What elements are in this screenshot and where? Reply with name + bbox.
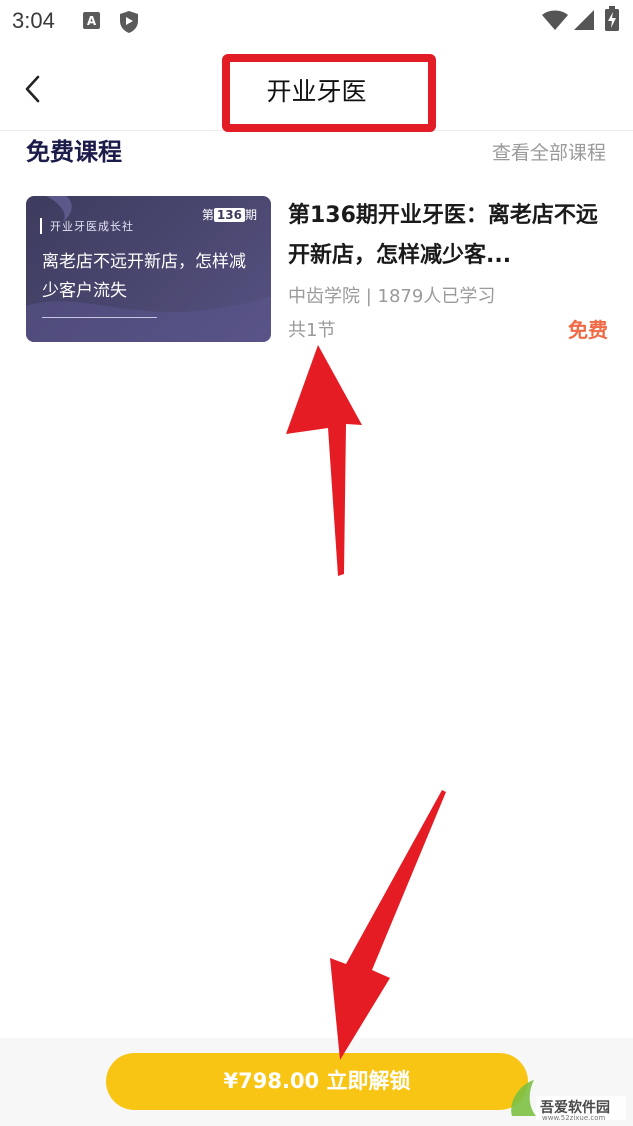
course-title: 第136期开业牙医：离老店不远开新店，怎样减少客... — [288, 203, 598, 268]
thumbnail-brand: 开业牙医成长社 — [40, 218, 134, 234]
annotation-highlight-box — [222, 54, 436, 132]
course-price-badge: 免费 — [568, 318, 608, 342]
thumbnail-headline: 离老店不远开新店，怎样减少客户流失 — [42, 252, 246, 301]
annotation-arrow-down — [330, 790, 446, 1060]
status-time: 3:04 — [12, 8, 55, 33]
view-all-courses-link[interactable]: 查看全部课程 — [492, 138, 606, 165]
wifi-icon — [542, 10, 568, 30]
shield-icon — [120, 11, 138, 33]
thumbnail-issue: 第 136 期 — [202, 206, 257, 223]
thumbnail-issue-suffix: 期 — [244, 208, 257, 222]
watermark-url: www.52zixue.com — [542, 1114, 606, 1122]
course-card[interactable]: 开业牙医成长社 第 136 期 离老店不远开新店，怎样减少客户流失 第136期开业牙… — [26, 196, 608, 344]
course-lesson-count: 共1节 — [288, 320, 336, 341]
thumbnail-issue-prefix: 第 — [201, 208, 214, 222]
signal-icon — [574, 10, 594, 30]
battery-icon — [605, 6, 619, 31]
course-meta: 中齿学院 | 1879人已学习 — [288, 286, 496, 307]
thumbnail-divider — [42, 317, 157, 318]
annotation-arrow-up — [286, 345, 362, 576]
a-notification-icon: A — [83, 12, 100, 29]
watermark-logo: 吾爱软件园 www.52zixue.com — [511, 1080, 626, 1122]
section-title: 免费课程 — [26, 138, 122, 166]
svg-text:A: A — [87, 14, 97, 28]
thumbnail-issue-number: 136 — [213, 208, 245, 222]
annotation-arrows — [286, 345, 446, 1060]
course-thumbnail: 开业牙医成长社 第 136 期 离老店不远开新店，怎样减少客户流失 — [26, 196, 271, 342]
unlock-button[interactable]: ¥798.00 立即解锁 — [106, 1053, 528, 1110]
status-bar: 3:04 A — [0, 0, 633, 42]
